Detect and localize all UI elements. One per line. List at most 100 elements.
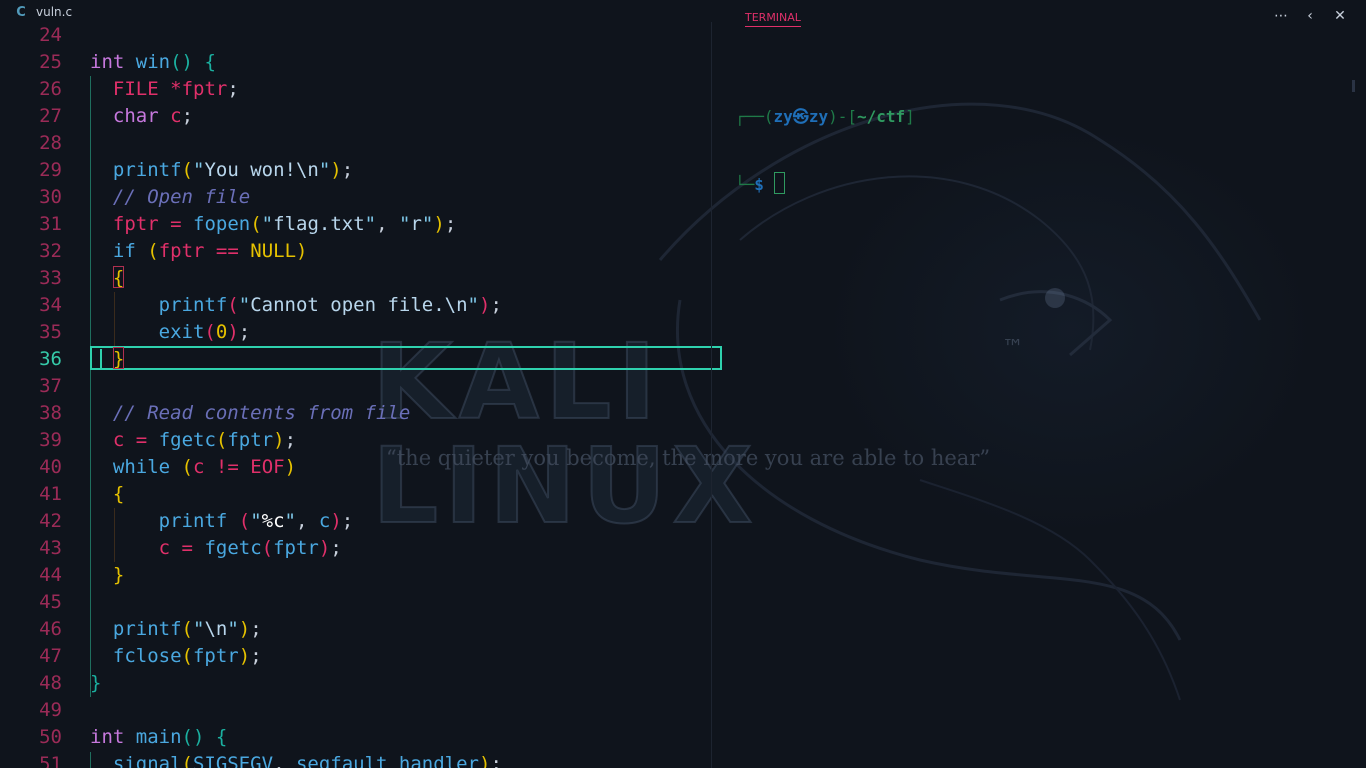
code-line: 39 c = fgetc(fptr);	[0, 427, 712, 454]
kali-dragon-icon	[658, 102, 1262, 701]
code-line: 46 printf("\n");	[0, 616, 712, 643]
text-cursor	[100, 349, 102, 369]
code-line: 33 {	[0, 265, 712, 292]
code-line: 35 exit(0);	[0, 319, 712, 346]
active-line-highlight	[90, 346, 722, 370]
code-text: FILE *fptr;	[112, 78, 239, 100]
line-number: 50	[39, 726, 62, 748]
line-number: 26	[39, 78, 62, 100]
terminal-host: zy	[808, 107, 829, 126]
code-text: c = fgetc(fptr);	[158, 537, 342, 559]
code-text: if (fptr == NULL)	[112, 240, 308, 262]
line-number: 40	[39, 456, 62, 478]
tab-terminal[interactable]: TERMINAL	[745, 11, 801, 27]
prompt-line-1: ┌──(zy㉿zy)-[~/ctf]	[735, 107, 915, 126]
code-line: 28	[0, 130, 712, 157]
line-number: 49	[39, 699, 62, 721]
code-text: signal(SIGSEGV, segfault_handler);	[112, 753, 502, 768]
code-line: 29 printf("You won!\n");	[0, 157, 712, 184]
panel-divider[interactable]	[711, 22, 712, 768]
terminal-output[interactable]: ┌──(zy㉿zy)-[~/ctf] └─$	[735, 62, 915, 218]
code-line: 38 // Read contents from file	[0, 400, 712, 427]
code-line: 49	[0, 697, 712, 724]
line-number: 27	[39, 105, 62, 127]
terminal-scrollbar[interactable]	[1352, 80, 1355, 92]
line-number: 32	[39, 240, 62, 262]
code-text: fptr = fopen("flag.txt", "r");	[112, 213, 457, 235]
code-line: 31 fptr = fopen("flag.txt", "r");	[0, 211, 712, 238]
code-line: 30 // Open file	[0, 184, 712, 211]
code-text: exit(0);	[158, 321, 251, 343]
code-text: }	[90, 672, 102, 694]
code-line: 44 }	[0, 562, 712, 589]
code-line: 34 printf("Cannot open file.\n");	[0, 292, 712, 319]
line-number: 38	[39, 402, 62, 424]
trademark-symbol: ™	[1002, 336, 1024, 361]
code-line: 42 printf ("%c", c);	[0, 508, 712, 535]
line-number: 41	[39, 483, 62, 505]
line-number: 30	[39, 186, 62, 208]
code-line: 32 if (fptr == NULL)	[0, 238, 712, 265]
code-text: while (c != EOF)	[112, 456, 297, 478]
line-number: 45	[39, 591, 62, 613]
line-number: 39	[39, 429, 62, 451]
code-line: 26 FILE *fptr;	[0, 76, 712, 103]
code-text: // Read contents from file	[112, 402, 411, 424]
code-line: 45	[0, 589, 712, 616]
tab-vuln-c[interactable]: C vuln.c	[14, 3, 72, 21]
panel-actions: ⋯ ‹ ✕	[1274, 8, 1346, 24]
bracket-match-highlight	[113, 266, 124, 288]
terminal-user: zy	[773, 107, 793, 126]
skull-icon: ㉿	[792, 107, 809, 126]
code-line: 37	[0, 373, 712, 400]
line-number: 34	[39, 294, 62, 316]
code-text: printf("You won!\n");	[112, 159, 354, 181]
code-text: printf ("%c", c);	[158, 510, 354, 532]
bracket-match-highlight	[113, 347, 124, 369]
code-text: int main() {	[90, 726, 228, 748]
code-text: int win() {	[90, 51, 216, 73]
close-icon[interactable]: ✕	[1334, 8, 1346, 24]
prompt-symbol: $	[754, 175, 764, 194]
code-line: 41 {	[0, 481, 712, 508]
line-number: 42	[39, 510, 62, 532]
code-text: fclose(fptr);	[112, 645, 262, 667]
code-line: 40 while (c != EOF)	[0, 454, 712, 481]
code-line: 27 char c;	[0, 103, 712, 130]
code-line: 43 c = fgetc(fptr);	[0, 535, 712, 562]
line-number: 46	[39, 618, 62, 640]
line-number: 51	[39, 753, 62, 768]
terminal-path: ~/ctf	[856, 107, 906, 126]
line-number: 31	[39, 213, 62, 235]
line-number: 37	[39, 375, 62, 397]
code-text: c = fgetc(fptr);	[112, 429, 297, 451]
code-text: }	[112, 564, 125, 586]
line-number: 28	[39, 132, 62, 154]
code-text: {	[112, 483, 125, 505]
code-line: 47 fclose(fptr);	[0, 643, 712, 670]
code-text: printf("Cannot open file.\n");	[158, 294, 502, 316]
editor-tab-bar: C vuln.c	[0, 0, 712, 22]
line-number: 33	[39, 267, 62, 289]
code-text: // Open file	[112, 186, 251, 208]
chevron-left-icon[interactable]: ‹	[1304, 8, 1316, 24]
line-number: 48	[39, 672, 62, 694]
code-editor[interactable]: 24 25 int win() { 26 FILE *fptr; 27 char …	[0, 22, 712, 768]
line-number: 43	[39, 537, 62, 559]
line-number: 29	[39, 159, 62, 181]
prompt-line-2: └─$	[735, 172, 915, 196]
line-number: 25	[39, 51, 62, 73]
line-number-active: 36	[39, 348, 62, 370]
code-line: 50 int main() {	[0, 724, 712, 751]
code-text: char c;	[112, 105, 194, 127]
terminal-cursor	[773, 172, 785, 194]
more-actions-icon[interactable]: ⋯	[1274, 8, 1288, 24]
code-line: 48}	[0, 670, 712, 697]
code-text: printf("\n");	[112, 618, 262, 640]
tab-label: vuln.c	[36, 5, 73, 19]
line-number: 24	[39, 24, 62, 46]
code-line: 24	[0, 22, 712, 49]
line-number: 47	[39, 645, 62, 667]
c-language-icon: C	[16, 4, 26, 20]
line-number: 35	[39, 321, 62, 343]
